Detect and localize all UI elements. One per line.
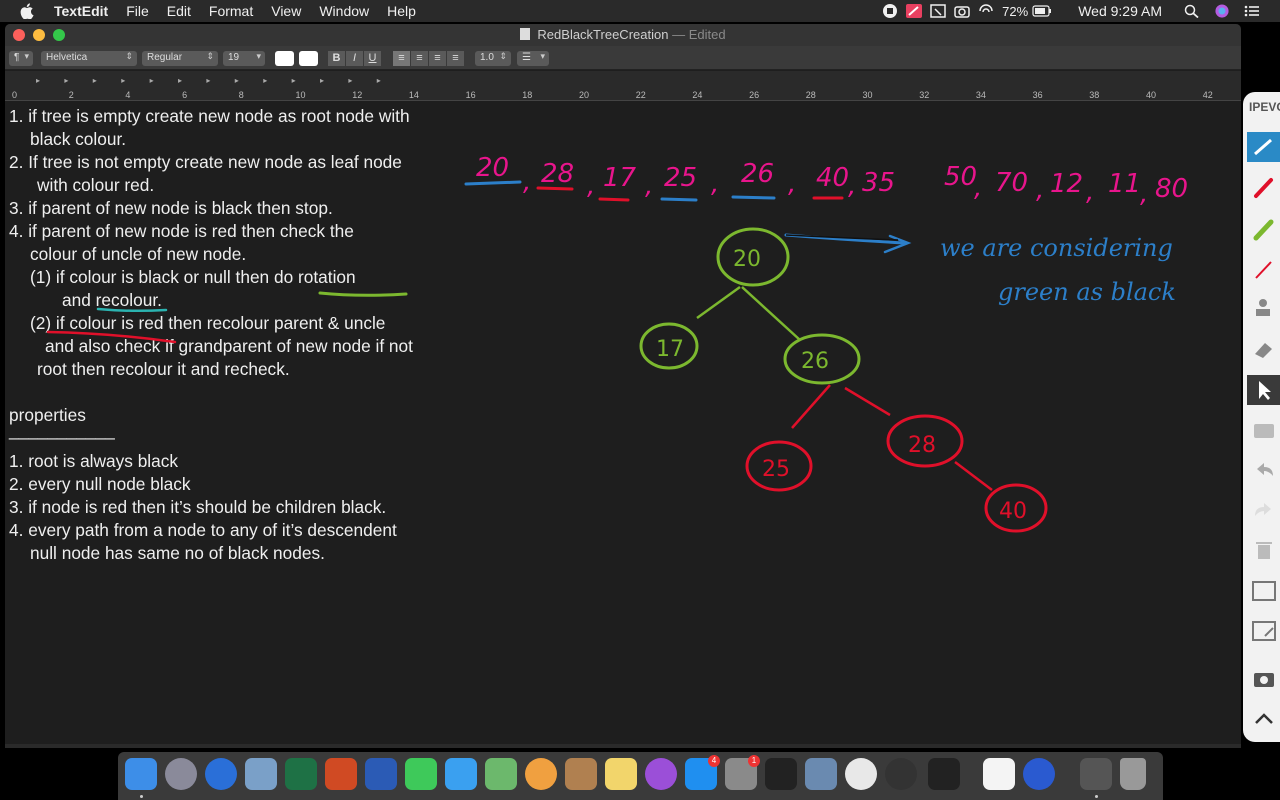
svg-text:,: , xyxy=(1140,179,1148,209)
dock-app-store-icon[interactable]: 4 xyxy=(685,755,720,790)
note-line: green as black xyxy=(998,278,1176,306)
dock-safari-icon[interactable] xyxy=(205,758,237,790)
svg-text:,: , xyxy=(848,171,856,201)
toolbox-icon[interactable] xyxy=(1247,415,1280,445)
seq-number: 12 xyxy=(1050,169,1083,199)
line-tool-icon[interactable] xyxy=(1247,254,1280,284)
svg-text:,: , xyxy=(1086,177,1094,207)
green-underline-mark xyxy=(318,291,408,297)
tree-node-25: 25 xyxy=(745,440,813,492)
svg-text:17: 17 xyxy=(656,337,684,362)
trash-clear-icon[interactable] xyxy=(1247,535,1280,565)
dock-preview-icon[interactable] xyxy=(245,758,277,790)
dock-image-capture-icon[interactable] xyxy=(805,758,837,790)
tree-node-28: 28 xyxy=(886,414,964,468)
seq-number: 80 xyxy=(1155,174,1188,204)
seq-number: 70 xyxy=(995,168,1028,198)
redo-icon[interactable] xyxy=(1247,495,1280,525)
ink-annotation-layer: 20 28 17 25 26 40 35 50 70 12 11 80 ,,,,… xyxy=(46,153,1188,533)
seq-number: 17 xyxy=(603,163,637,193)
dock-notes-icon[interactable] xyxy=(605,758,637,790)
dock-messages-icon[interactable] xyxy=(445,758,477,790)
svg-text:,: , xyxy=(788,169,796,199)
dock-facetime-icon[interactable] xyxy=(405,758,437,790)
dock-contacts-icon[interactable] xyxy=(565,758,597,790)
seq-number: 25 xyxy=(664,163,697,193)
dock-utilities-icon[interactable] xyxy=(1080,758,1112,790)
green-highlighter-icon[interactable] xyxy=(1247,214,1280,244)
dock-running-indicator xyxy=(1095,795,1098,798)
svg-text:26: 26 xyxy=(801,349,829,374)
svg-text:25: 25 xyxy=(762,457,790,482)
seq-number: 40 xyxy=(816,163,849,193)
dock-podcasts-icon[interactable] xyxy=(645,758,677,790)
svg-text:,: , xyxy=(645,171,653,201)
ipevo-logo: IPEVO xyxy=(1249,100,1280,114)
dock: 41 xyxy=(118,752,1163,800)
stamp-icon[interactable] xyxy=(1247,294,1280,324)
dock-badge: 4 xyxy=(708,755,720,767)
dock-terminal-icon[interactable] xyxy=(928,758,960,790)
dock-finder-icon[interactable] xyxy=(125,758,157,790)
seq-number: 28 xyxy=(541,159,574,189)
tree-node-20: 20 xyxy=(716,227,790,287)
svg-text:,: , xyxy=(1036,175,1044,205)
dock-badge: 1 xyxy=(748,755,760,767)
svg-text:,: , xyxy=(587,171,595,201)
tree-node-17: 17 xyxy=(639,322,699,370)
undo-icon[interactable] xyxy=(1247,455,1280,485)
dock-textedit-icon[interactable] xyxy=(983,758,1015,790)
svg-text:,: , xyxy=(974,173,982,203)
dock-launchpad-icon[interactable] xyxy=(165,758,197,790)
dock-apple-tv-icon[interactable] xyxy=(765,758,797,790)
collapse-panel-icon[interactable] xyxy=(1247,704,1280,734)
seq-number: 50 xyxy=(944,162,977,192)
svg-text:,: , xyxy=(711,169,719,199)
eraser-icon[interactable] xyxy=(1247,334,1280,364)
note-line: we are considering xyxy=(940,234,1173,262)
svg-text:,: , xyxy=(523,167,531,197)
dock-activity-icon[interactable] xyxy=(885,758,917,790)
dock-chrome-icon[interactable] xyxy=(845,758,877,790)
tree-node-26: 26 xyxy=(783,333,861,385)
pointer-select-icon[interactable] xyxy=(1247,375,1280,405)
seq-number: 11 xyxy=(1108,169,1141,199)
camera-capture-icon[interactable] xyxy=(1247,664,1280,694)
dock-powerpoint-icon[interactable] xyxy=(325,758,357,790)
svg-text:40: 40 xyxy=(999,499,1027,524)
seq-number: 20 xyxy=(476,153,509,183)
whiteboard-icon[interactable] xyxy=(1247,616,1280,646)
dock-quicktime-icon[interactable] xyxy=(1023,758,1055,790)
red-underline-mark xyxy=(46,330,177,344)
dock-maps-icon[interactable] xyxy=(485,758,517,790)
dock-trash-icon[interactable] xyxy=(1120,758,1146,790)
teal-underline-mark xyxy=(96,307,168,313)
screenshot-canvas-icon[interactable] xyxy=(1247,576,1280,606)
dock-word-icon[interactable] xyxy=(365,758,397,790)
dock-running-indicator xyxy=(140,795,143,798)
dock-system-preferences-icon[interactable]: 1 xyxy=(725,755,760,790)
dock-photos-icon[interactable] xyxy=(525,758,557,790)
dock-excel-icon[interactable] xyxy=(285,758,317,790)
seq-number: 26 xyxy=(741,159,774,189)
svg-text:20: 20 xyxy=(733,247,761,272)
handwriting-pen-icon[interactable] xyxy=(1247,132,1280,162)
svg-text:28: 28 xyxy=(908,433,936,458)
tree-node-40: 40 xyxy=(984,483,1048,533)
seq-number: 35 xyxy=(862,168,895,198)
red-pen-icon[interactable] xyxy=(1247,172,1280,202)
annotator-toolbar: IPEVO xyxy=(1243,92,1280,742)
